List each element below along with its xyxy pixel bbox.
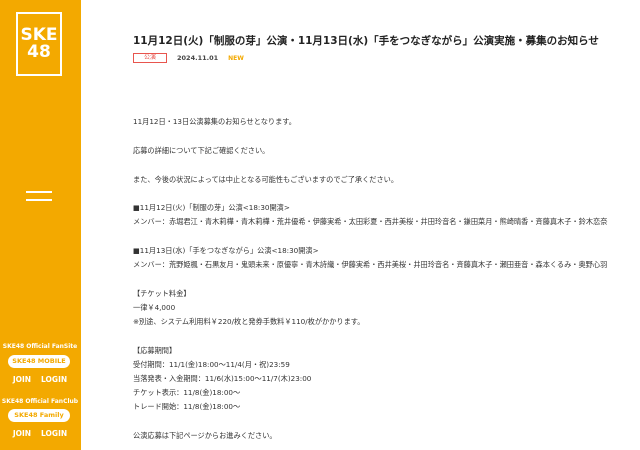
period-line: 当落発表・入金期間：11/6(水)15:00～11/7(木)23:00 xyxy=(133,374,312,383)
member-list-2: メンバー：荒野姫楓・石黒友月・鬼頭未来・原優寧・青木詩織・伊藤実希・西井美桜・井… xyxy=(133,260,608,269)
performance-heading-1: ■11月12日(火)「制服の芽」公演<18:30開演> xyxy=(133,203,290,212)
menu-bar xyxy=(26,191,52,193)
ske48-logo[interactable]: SKE 48 xyxy=(16,12,62,76)
ticket-fee-note: ※別途、システム利用料￥220/枚と発券手数料￥110/枚がかかります。 xyxy=(133,317,365,326)
new-badge: NEW xyxy=(228,54,244,62)
fansite-join-link[interactable]: JOIN xyxy=(13,375,31,384)
period-line: 受付期間：11/1(金)18:00～11/4(月・祝)23:59 xyxy=(133,360,290,369)
body-line: 応募の詳細について下記ご確認ください。 xyxy=(133,146,270,155)
ticket-price: 一律￥4,000 xyxy=(133,303,176,312)
fanclub-label: SKE48 Official FanClub xyxy=(1,398,79,405)
fansite-login-link[interactable]: LOGIN xyxy=(41,375,67,384)
fanclub-links: JOIN LOGIN xyxy=(0,429,80,438)
performance-heading-2: ■11月13日(水)「手をつなぎながら」公演<18:30開演> xyxy=(133,246,319,255)
logo-line-2: 48 xyxy=(27,42,51,62)
sidebar: SKE 48 SKE48 Official FanSite SKE48 MOBI… xyxy=(0,0,80,450)
menu-bar xyxy=(26,199,52,201)
fansite-links: JOIN LOGIN xyxy=(0,375,80,384)
ske48-mobile-button[interactable]: SKE48 MOBILE xyxy=(8,355,70,368)
body-line: 公演応募は下記ページからお進みください。 xyxy=(133,431,277,440)
body-line: 11月12日・13日公演募集のお知らせとなります。 xyxy=(133,117,296,126)
ske48-family-button[interactable]: SKE48 Family xyxy=(8,409,70,422)
member-list-1: メンバー：赤堀君江・青木莉樺・青木莉樺・荒井優希・伊藤実希・太田彩夏・西井美桜・… xyxy=(133,217,608,226)
fanclub-login-link[interactable]: LOGIN xyxy=(41,429,67,438)
hamburger-menu-icon[interactable] xyxy=(26,191,52,203)
body-line: また、今後の状況によっては中止となる可能性もございますのでご了承ください。 xyxy=(133,175,399,184)
article-title: 11月12日(火)「制服の芽」公演・11月13日(水)「手をつなぎながら」公演実… xyxy=(133,35,599,47)
ticket-price-heading: 【チケット料金】 xyxy=(133,289,191,298)
period-line: トレード開始：11/8(金)18:00～ xyxy=(133,402,241,411)
article-date: 2024.11.01 xyxy=(177,54,219,62)
period-line: チケット表示：11/8(金)18:00～ xyxy=(133,388,241,397)
fansite-label: SKE48 Official FanSite xyxy=(2,343,78,350)
application-period-heading: 【応募期間】 xyxy=(133,346,177,355)
fanclub-join-link[interactable]: JOIN xyxy=(13,429,31,438)
article-meta: 公演 2024.11.01 NEW xyxy=(133,53,244,63)
category-tag[interactable]: 公演 xyxy=(133,53,168,63)
